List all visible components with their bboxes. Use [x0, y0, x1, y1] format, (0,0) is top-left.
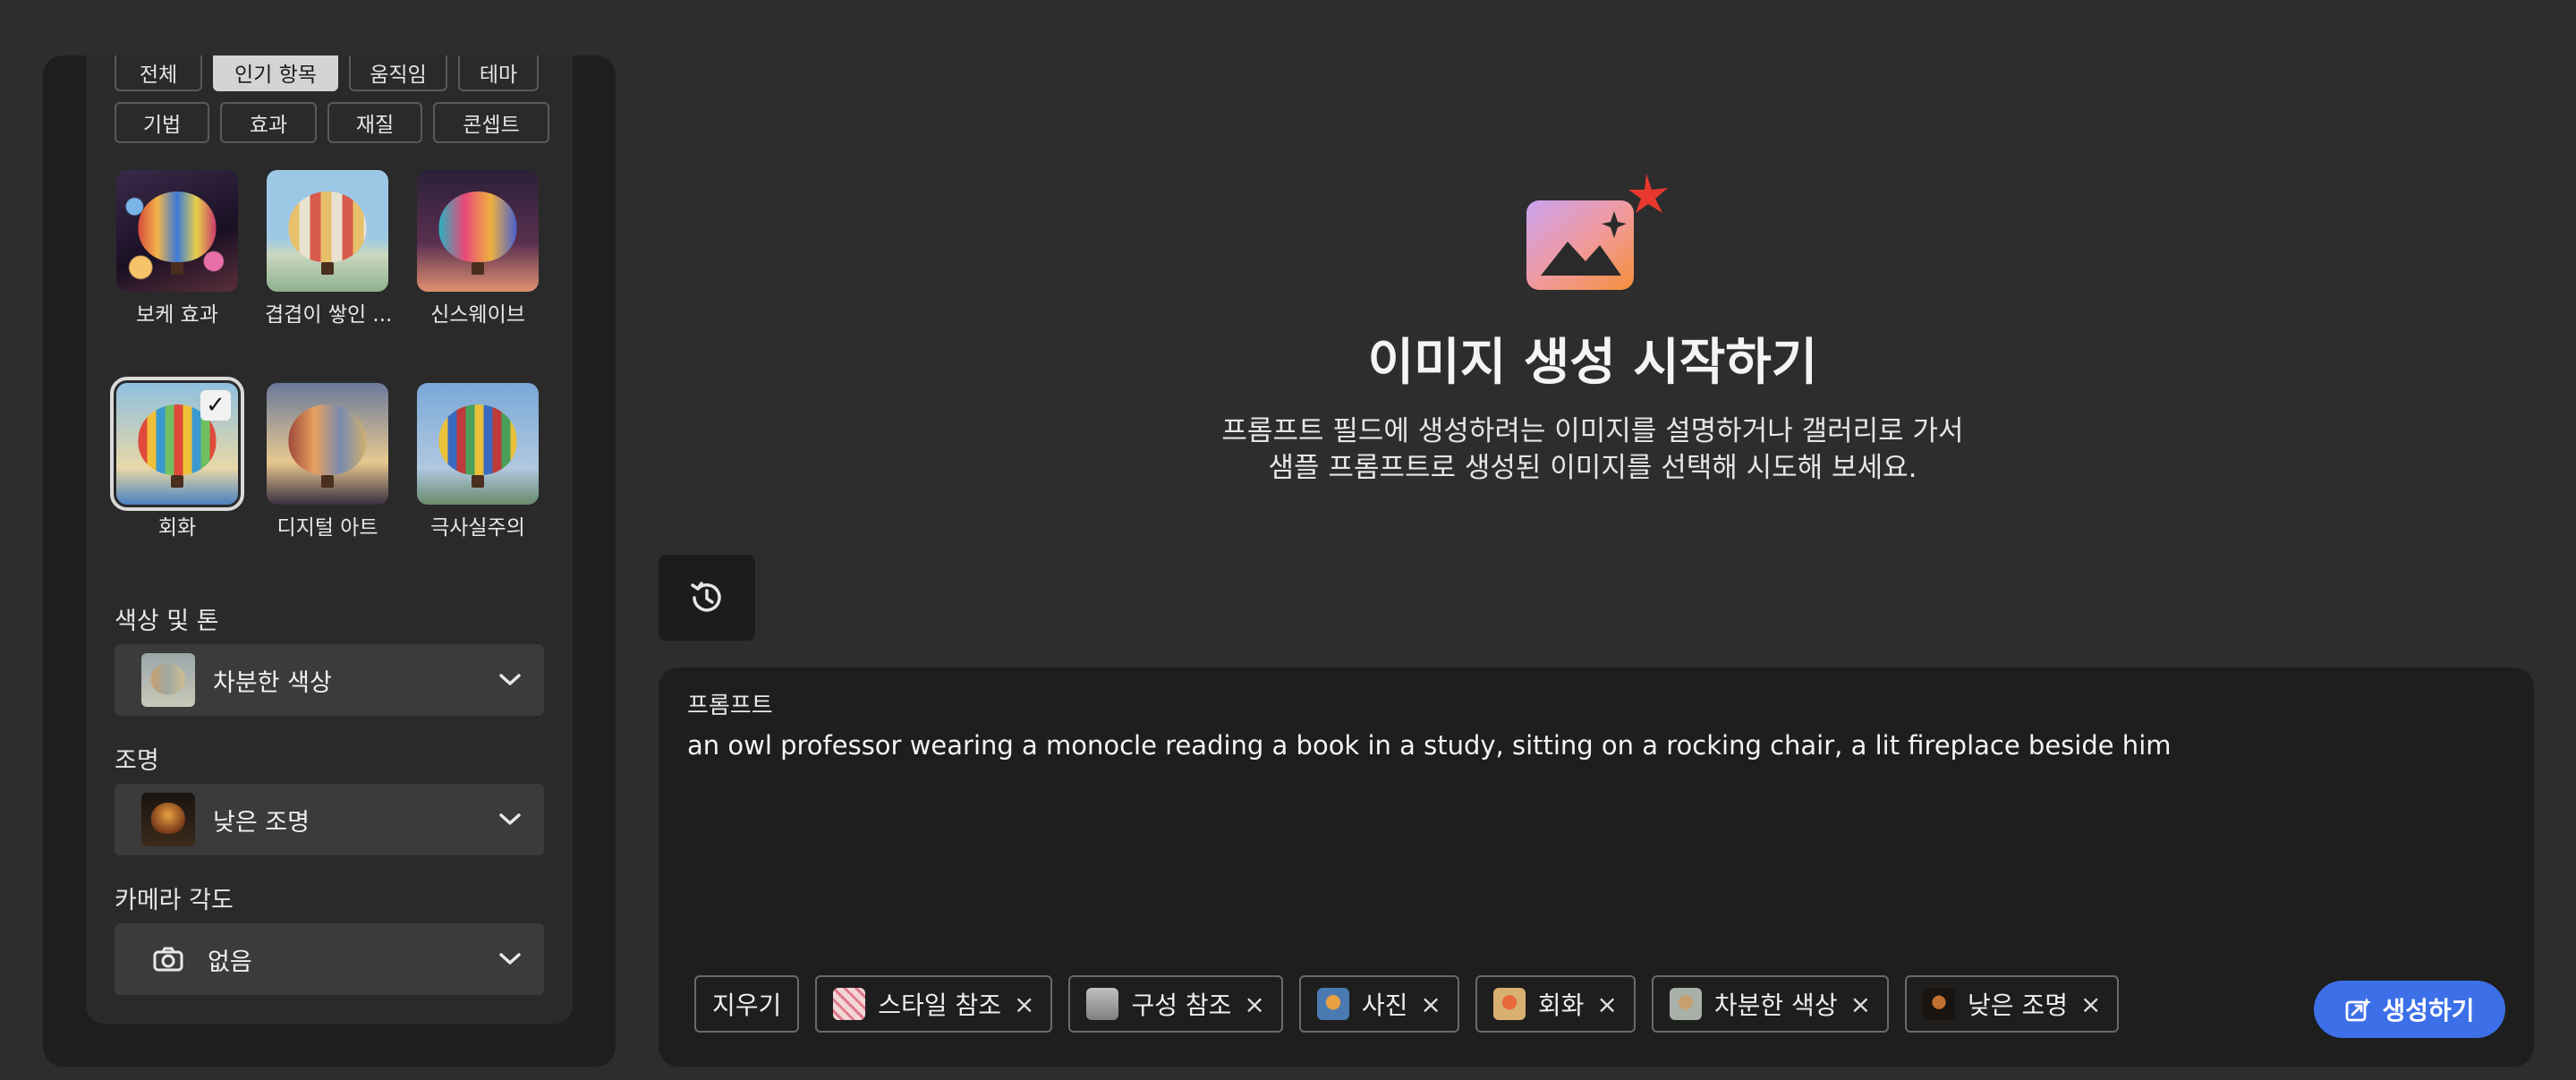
tag-label: 구성 참조 — [1131, 991, 1232, 1020]
tag-label: 사진 — [1361, 991, 1408, 1020]
clear-label: 지우기 — [712, 991, 782, 1020]
style-label: 극사실주의 — [430, 516, 525, 540]
tag-style-reference[interactable]: 스타일 참조 × — [815, 975, 1053, 1033]
tab-popular[interactable]: 인기 항목 — [213, 55, 338, 91]
prompt-label: 프롬프트 — [687, 693, 773, 719]
chevron-down-icon — [497, 807, 523, 832]
generate-icon — [2346, 998, 2372, 1022]
history-button[interactable] — [659, 555, 755, 641]
basket-shape — [171, 261, 183, 275]
basket-shape — [321, 261, 334, 275]
tag-thumbnail — [1316, 988, 1349, 1020]
chevron-down-icon — [497, 947, 523, 972]
style-layered-paper[interactable]: 겹겹이 쌓인 ... — [265, 170, 393, 327]
balloon-shape — [438, 191, 517, 263]
style-label: 겹겹이 쌓인 ... — [265, 303, 393, 327]
tab-technique[interactable]: 기법 — [115, 102, 209, 143]
tag-label: 회화 — [1537, 991, 1585, 1020]
image-sparkle-icon — [1521, 170, 1673, 295]
tab-all[interactable]: 전체 — [115, 55, 202, 91]
tag-label: 차분한 색상 — [1713, 991, 1838, 1020]
tag-thumbnail — [1492, 988, 1526, 1020]
style-panel-inner: 전체 인기 항목 움직임 테마 기법 효과 재질 콘셉트 보케 효과 겹겹이 쌓… — [86, 55, 573, 1024]
tag-row: 지우기 스타일 참조 × 구성 참조 × 사진 × 회화 × 차분한 색상 × — [694, 975, 2120, 1033]
generate-label: 생성하기 — [2382, 996, 2475, 1025]
color-tone-dropdown[interactable]: 차분한 색상 — [115, 644, 544, 716]
color-tone-thumbnail — [141, 653, 195, 707]
camera-angle-dropdown[interactable]: 없음 — [115, 923, 544, 995]
color-tone-value: 차분한 색상 — [213, 668, 332, 697]
close-icon[interactable]: × — [2080, 990, 2101, 1019]
style-digital-art[interactable]: 디지털 아트 — [265, 383, 390, 540]
tab-concept[interactable]: 콘셉트 — [433, 102, 549, 143]
tag-thumbnail — [1086, 988, 1119, 1020]
lighting-dropdown[interactable]: 낮은 조명 — [115, 784, 544, 855]
selected-check-icon: ✓ — [200, 390, 231, 421]
hyperrealism-thumbnail — [417, 383, 539, 505]
balloon-shape — [138, 191, 217, 263]
history-icon — [691, 582, 721, 612]
style-bokeh[interactable]: 보케 효과 — [115, 170, 240, 327]
close-icon[interactable]: × — [1596, 990, 1617, 1019]
digital-art-thumbnail — [267, 383, 388, 505]
clear-button[interactable]: 지우기 — [694, 975, 800, 1033]
close-icon[interactable]: × — [1850, 990, 1871, 1019]
tab-theme[interactable]: 테마 — [458, 55, 539, 91]
style-label: 보케 효과 — [136, 303, 218, 327]
lighting-thumbnail — [141, 793, 195, 846]
prompt-panel: 프롬프트 an owl professor wearing a monocle … — [659, 668, 2534, 1067]
color-tone-label: 색상 및 톤 — [115, 608, 219, 635]
style-hyperrealism[interactable]: 극사실주의 — [415, 383, 540, 540]
tag-label: 낮은 조명 — [1968, 991, 2068, 1020]
style-label: 신스웨이브 — [430, 303, 525, 327]
tag-muted-colors[interactable]: 차분한 색상 × — [1651, 975, 1890, 1033]
basket-shape — [472, 261, 484, 275]
basket-shape — [472, 474, 484, 488]
camera-angle-value: 없음 — [208, 948, 252, 976]
camera-icon — [141, 932, 195, 986]
synthwave-thumbnail — [417, 170, 539, 292]
generate-button[interactable]: 생성하기 — [2314, 981, 2505, 1038]
balloon-shape — [438, 404, 517, 476]
basket-shape — [321, 474, 334, 488]
close-icon[interactable]: × — [1420, 990, 1441, 1019]
chevron-down-icon — [497, 668, 523, 693]
tab-movement[interactable]: 움직임 — [349, 55, 447, 91]
balloon-shape — [288, 191, 367, 263]
lighting-value: 낮은 조명 — [213, 808, 310, 837]
style-painting[interactable]: ✓ 회화 — [110, 377, 244, 540]
layered-thumbnail — [267, 170, 388, 292]
tag-label: 스타일 참조 — [878, 991, 1001, 1020]
tab-effect[interactable]: 효과 — [220, 102, 317, 143]
tag-thumbnail — [1669, 988, 1702, 1020]
tag-painting[interactable]: 회화 × — [1475, 975, 1636, 1033]
category-tabs-row-1: 전체 인기 항목 움직임 테마 — [115, 55, 539, 91]
basket-shape — [171, 474, 183, 488]
page-title: 이미지 생성 시작하기 — [1367, 334, 1818, 392]
page-description: 프롬프트 필드에 생성하려는 이미지를 설명하거나 갤러리로 가서 샘플 프롬프… — [1221, 415, 1964, 484]
prompt-input[interactable]: an owl professor wearing a monocle readi… — [687, 730, 2172, 761]
camera-angle-label: 카메라 각도 — [115, 887, 234, 914]
tag-thumbnail — [1923, 988, 1956, 1020]
close-icon[interactable]: × — [1244, 990, 1264, 1019]
style-synthwave[interactable]: 신스웨이브 — [415, 170, 540, 327]
tab-material[interactable]: 재질 — [327, 102, 422, 143]
category-tabs-row-2: 기법 효과 재질 콘셉트 — [115, 102, 549, 143]
balloon-shape — [150, 802, 186, 834]
tag-low-lighting[interactable]: 낮은 조명 × — [1905, 975, 2120, 1033]
lighting-label: 조명 — [115, 747, 159, 775]
balloon-shape — [150, 662, 186, 694]
tag-composition-reference[interactable]: 구성 참조 × — [1068, 975, 1283, 1033]
painting-thumbnail: ✓ — [110, 377, 244, 511]
tag-thumbnail — [833, 988, 866, 1020]
balloon-shape — [288, 404, 367, 476]
bokeh-thumbnail — [116, 170, 238, 292]
close-icon[interactable]: × — [1014, 990, 1034, 1019]
style-label: 디지털 아트 — [276, 516, 378, 540]
tag-photo[interactable]: 사진 × — [1298, 975, 1459, 1033]
style-label: 회화 — [157, 516, 197, 540]
